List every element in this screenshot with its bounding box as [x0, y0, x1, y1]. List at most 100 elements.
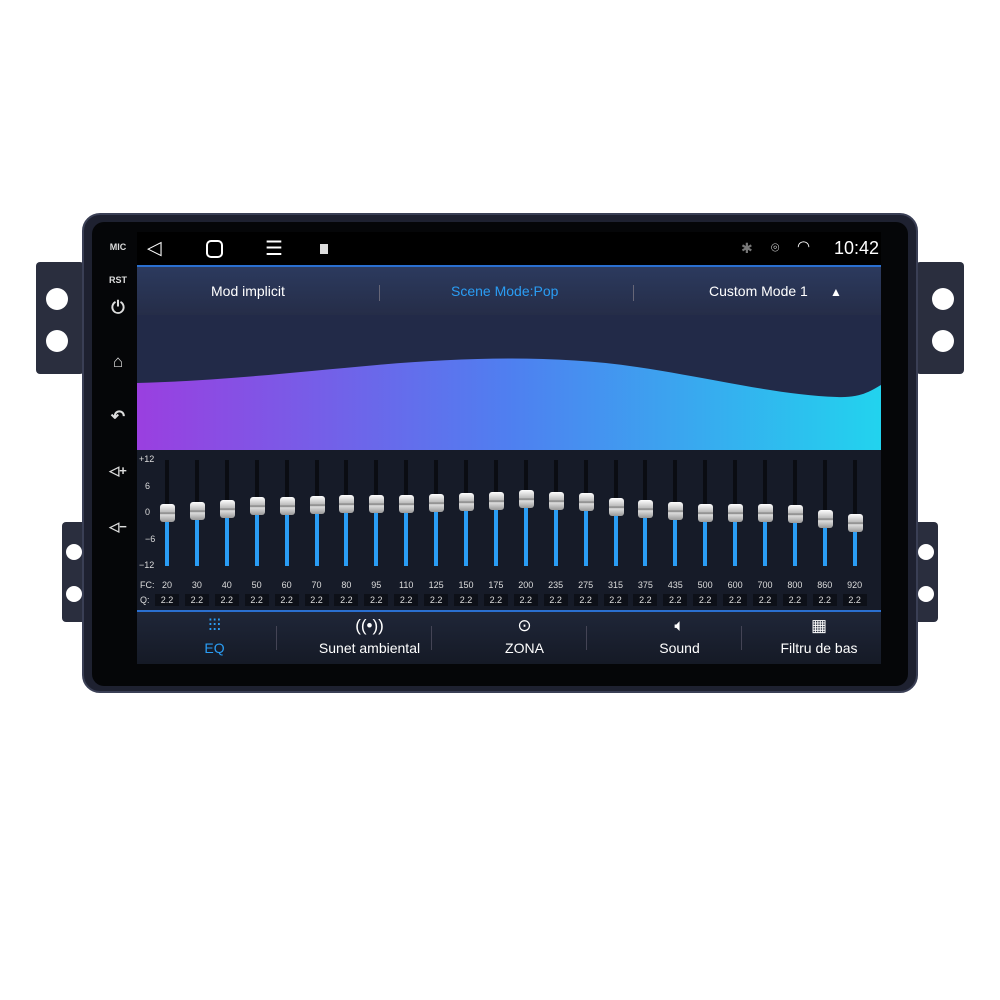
eq-band-40: 40 2.2 — [213, 450, 241, 625]
slider-fill — [314, 505, 319, 566]
status-bar: ◁ ☰ ✱ ⌾ ◠ 10:42 — [137, 232, 881, 265]
q-value[interactable]: 2.2 — [483, 594, 508, 606]
fc-value: 275 — [578, 580, 594, 590]
slider-knob[interactable] — [578, 492, 594, 511]
power-button[interactable]: ⏻ — [100, 298, 136, 318]
q-value[interactable]: 2.2 — [424, 594, 449, 606]
q-value[interactable]: 2.2 — [723, 594, 748, 606]
fc-value: 70 — [311, 580, 322, 590]
q-value[interactable]: 2.2 — [155, 594, 179, 606]
slider-knob[interactable] — [787, 504, 803, 523]
triangle-up-icon[interactable]: ▲ — [830, 285, 842, 299]
q-value[interactable]: 2.2 — [753, 594, 777, 606]
q-value[interactable]: 2.2 — [663, 594, 688, 606]
q-value[interactable]: 2.2 — [603, 594, 628, 606]
q-value[interactable]: 2.2 — [334, 594, 359, 606]
tab-label: EQ — [204, 640, 225, 656]
q-value[interactable]: 2.2 — [394, 594, 419, 606]
q-value[interactable]: 2.2 — [304, 594, 329, 606]
slider-knob[interactable] — [399, 495, 415, 514]
tab-sound[interactable]: 🔈︎ Sound — [602, 612, 757, 664]
slider-knob[interactable] — [189, 501, 205, 520]
slider-knob[interactable] — [249, 497, 265, 516]
slider-knob[interactable] — [459, 492, 474, 511]
slider-knob[interactable] — [309, 496, 325, 515]
scene-mode-button[interactable]: Scene Mode:Pop — [451, 283, 558, 299]
slider-knob[interactable] — [219, 499, 235, 518]
fc-value: 375 — [637, 580, 653, 590]
nav-back-icon[interactable]: ◁ — [147, 237, 162, 260]
fc-value: 860 — [817, 580, 833, 590]
slider-knob[interactable] — [548, 491, 564, 510]
tab-label: Filtru de bas — [780, 640, 858, 656]
tab-sunet-ambiental[interactable]: ((•)) Sunet ambiental — [292, 612, 447, 664]
slider-knob[interactable] — [608, 498, 624, 517]
eq-band-600: 600 2.2 — [721, 450, 749, 625]
q-value[interactable]: 2.2 — [812, 594, 837, 606]
eq-band-500: 500 2.2 — [691, 450, 719, 625]
eq-band-125: 125 2.2 — [422, 450, 450, 625]
tab-divider — [741, 626, 742, 650]
slider-knob[interactable] — [817, 509, 833, 528]
slider-knob[interactable] — [518, 489, 534, 508]
q-value[interactable]: 2.2 — [214, 594, 239, 606]
slider-knob[interactable] — [160, 504, 175, 522]
slider-knob[interactable] — [698, 504, 714, 522]
fc-value: 200 — [518, 580, 534, 590]
eq-band-80: 80 2.2 — [332, 450, 360, 625]
reset-button[interactable]: RST — [100, 275, 136, 285]
volume-down-button[interactable]: ◁− — [100, 519, 136, 535]
fc-value: 175 — [488, 580, 504, 590]
fc-value: 50 — [251, 580, 262, 590]
slider-knob[interactable] — [847, 514, 863, 533]
slider-knob[interactable] — [728, 504, 744, 522]
mount-bracket-left — [36, 262, 84, 374]
q-value[interactable]: 2.2 — [513, 594, 538, 606]
nav-menu-icon[interactable]: ☰ — [265, 236, 283, 261]
tab-eq[interactable]: ⫶⫶⫶ EQ — [137, 612, 292, 664]
eq-band-235: 235 2.2 — [542, 450, 570, 625]
tab-filtru-de-bas[interactable]: ▦ Filtru de bas — [757, 612, 881, 664]
slider-knob[interactable] — [369, 495, 385, 514]
q-value[interactable]: 2.2 — [633, 594, 658, 606]
q-value[interactable]: 2.2 — [244, 594, 269, 606]
slider-knob[interactable] — [668, 502, 684, 521]
y-tick-label: +12 — [139, 454, 155, 464]
q-value[interactable]: 2.2 — [693, 594, 718, 606]
fc-value: 600 — [727, 580, 743, 590]
slider-knob[interactable] — [488, 492, 504, 511]
q-value[interactable]: 2.2 — [364, 594, 389, 606]
slider-knob[interactable] — [638, 499, 654, 518]
nav-home-icon[interactable] — [206, 240, 223, 258]
y-tick-label: 6 — [145, 480, 151, 491]
slider-knob[interactable] — [339, 495, 355, 514]
screen: ◁ ☰ ✱ ⌾ ◠ 10:42 Mod implicit Scene Mode:… — [137, 232, 881, 664]
equalizer-icon: ⫶⫶⫶ — [208, 616, 221, 635]
eq-band-860: 860 2.2 — [811, 450, 839, 625]
default-mode-button[interactable]: Mod implicit — [211, 283, 285, 299]
slider-knob[interactable] — [279, 497, 295, 516]
bass-filter-icon: ▦ — [810, 616, 828, 635]
q-value[interactable]: 2.2 — [782, 594, 807, 606]
volume-up-button[interactable]: ◁+ — [100, 463, 136, 479]
q-value[interactable]: 2.2 — [454, 594, 478, 606]
q-value[interactable]: 2.2 — [573, 594, 598, 606]
slider-knob[interactable] — [758, 504, 773, 522]
mount-bracket-right — [916, 262, 964, 374]
slider-fill — [374, 504, 379, 566]
q-value[interactable]: 2.2 — [842, 594, 867, 606]
custom-mode-button[interactable]: Custom Mode 1 — [709, 283, 808, 299]
fc-value: 30 — [191, 580, 202, 590]
clock: 10:42 — [834, 238, 880, 258]
slider-fill — [434, 502, 439, 566]
tab-zona[interactable]: ⊙ ZONA — [447, 612, 602, 664]
q-value[interactable]: 2.2 — [543, 594, 568, 606]
back-button[interactable]: ↶ — [100, 407, 136, 427]
fc-value: 500 — [697, 580, 713, 590]
home-button[interactable]: ⌂ — [100, 352, 136, 372]
q-value[interactable]: 2.2 — [274, 594, 299, 606]
q-value[interactable]: 2.2 — [184, 594, 209, 606]
screenshot-icon[interactable] — [320, 244, 328, 254]
slider-knob[interactable] — [429, 493, 445, 512]
fc-value: 435 — [667, 580, 683, 590]
